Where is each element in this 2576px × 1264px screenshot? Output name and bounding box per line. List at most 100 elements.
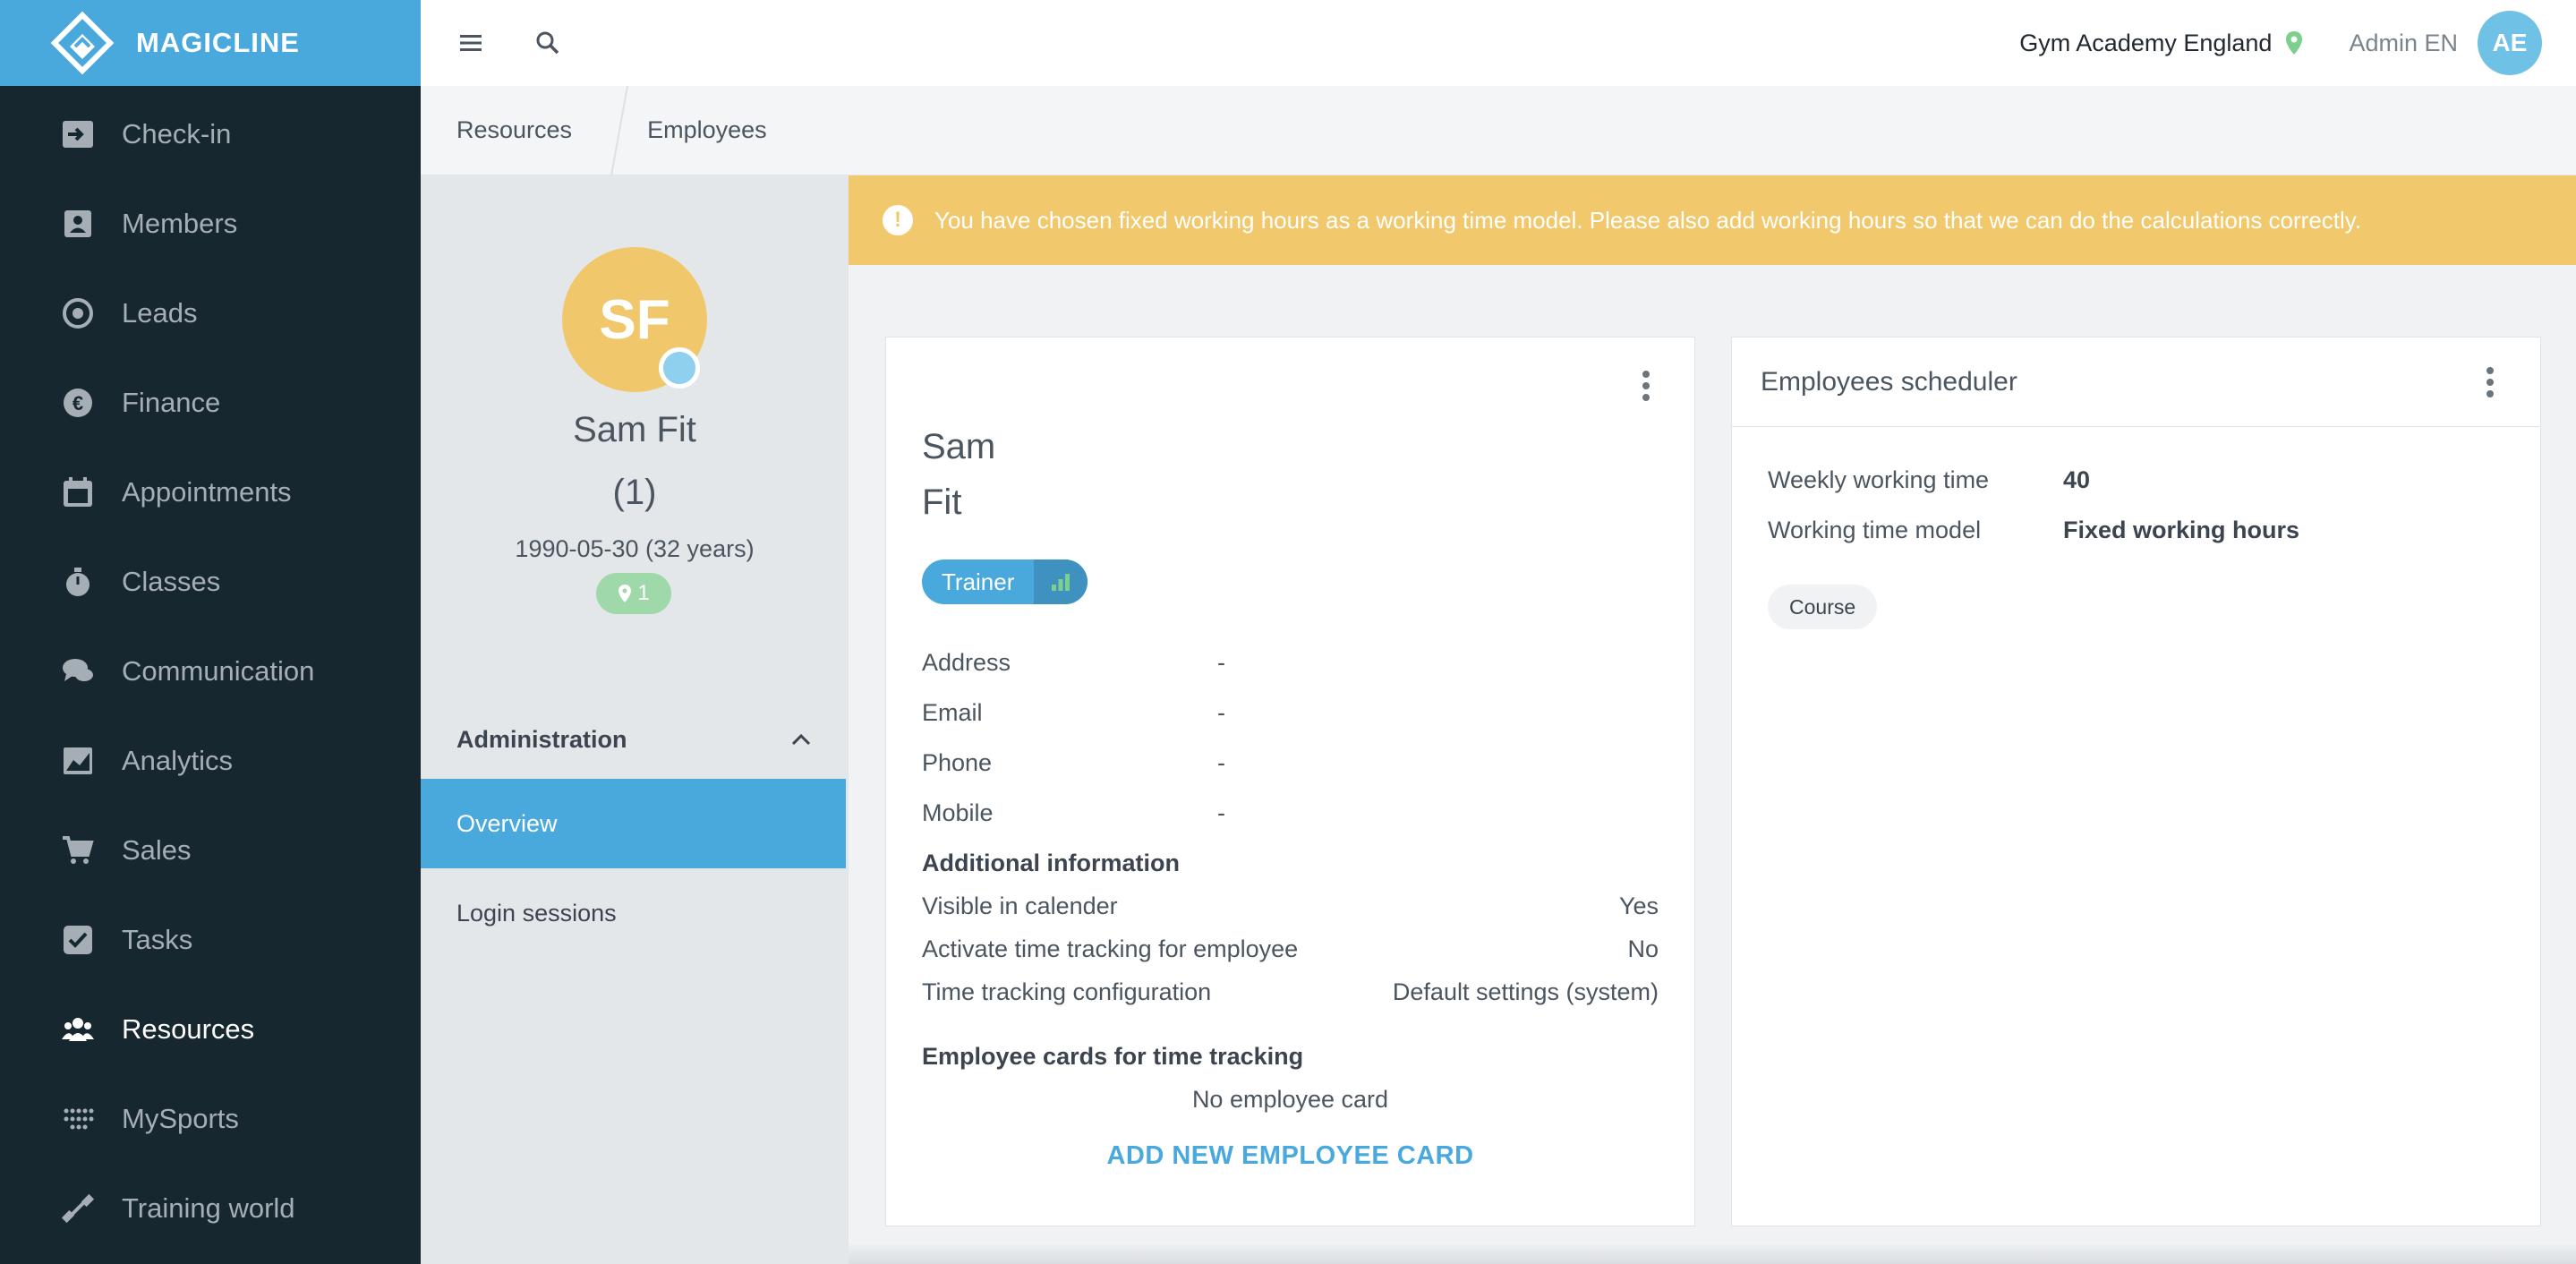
info-value: Default settings (system): [1392, 978, 1659, 1005]
location-pin-icon: [2286, 31, 2303, 55]
employee-birthdate: 1990-05-30 (32 years): [515, 535, 755, 562]
nav-item-mysports[interactable]: MySports: [0, 1074, 421, 1164]
nav-item-tasks[interactable]: Tasks: [0, 895, 421, 985]
finance-icon: €: [61, 386, 95, 420]
nav-item-analytics[interactable]: Analytics: [0, 716, 421, 806]
nav-item-finance[interactable]: € Finance: [0, 358, 421, 448]
nav-item-members[interactable]: Members: [0, 179, 421, 269]
no-employee-card-text: No employee card: [1191, 1086, 1389, 1113]
location-badge[interactable]: 1: [596, 573, 671, 614]
contact-label: Phone: [922, 749, 993, 776]
nav-item-leads[interactable]: Leads: [0, 269, 421, 358]
nav-label: Appointments: [122, 476, 292, 508]
location-count: 1: [637, 581, 650, 605]
nav-label: Classes: [122, 566, 221, 597]
contact-value: -: [1217, 749, 1225, 776]
checkbox-icon: [61, 923, 95, 957]
profile-panel: SF Sam Fit (1) 1990-05-30 (32 years) 1 A…: [421, 175, 849, 1264]
nav-item-sales[interactable]: Sales: [0, 806, 421, 895]
brand-name: MAGICLINE: [136, 27, 300, 58]
contact-row-email: Email -: [922, 699, 1659, 727]
scroll-shadow: [849, 1244, 2576, 1264]
chat-icon: [61, 654, 95, 688]
contact-row-phone: Phone -: [922, 749, 1659, 777]
scheduler-title: Employees scheduler: [1761, 366, 2017, 397]
nav-label: Check-in: [122, 118, 232, 149]
nav-label: Finance: [122, 387, 221, 418]
contact-row-address: Address -: [922, 649, 1659, 677]
topbar: Gym Academy England Admin EN AE: [421, 0, 2576, 86]
info-row-visible-calendar: Visible in calender Yes: [922, 892, 1659, 920]
info-row-tracking-config: Time tracking configuration Default sett…: [922, 978, 1659, 1006]
employee-last-name: Fit: [922, 483, 962, 522]
nav-label: Analytics: [122, 745, 234, 776]
scheduler-label: Working time model: [1768, 517, 1982, 543]
stopwatch-icon: [61, 565, 95, 599]
svg-text:€: €: [73, 392, 83, 414]
scheduler-header: Employees scheduler: [1732, 337, 2540, 427]
scheduler-label: Weekly working time: [1768, 466, 1990, 493]
breadcrumb-employees[interactable]: Employees: [638, 116, 767, 144]
chart-icon: [61, 744, 95, 778]
brand-header[interactable]: MAGICLINE: [0, 0, 421, 86]
employee-card: Sam Fit Trainer Address - Email - Phone …: [885, 337, 1695, 1226]
nav-label: Communication: [122, 655, 315, 687]
info-label: Visible in calender: [922, 892, 1118, 919]
add-employee-card-button[interactable]: ADD NEW EMPLOYEE CARD: [886, 1141, 1694, 1171]
info-row-time-tracking: Activate time tracking for employee No: [922, 935, 1659, 963]
administration-section-toggle[interactable]: Administration: [421, 704, 849, 775]
nav-label: Leads: [122, 297, 198, 329]
nav-label: Tasks: [122, 924, 193, 955]
main-nav: Check-in Members Leads € Finance Appoint…: [0, 90, 421, 1253]
contact-value: -: [1217, 699, 1225, 726]
employee-name: Sam Fit: [573, 410, 696, 449]
signal-bars-icon: [1034, 559, 1088, 604]
hamburger-menu-icon[interactable]: [453, 25, 489, 61]
location-pin-icon: [618, 585, 632, 602]
nav-item-classes[interactable]: Classes: [0, 537, 421, 627]
breadcrumb: Resources Employees: [421, 85, 2576, 175]
scheduler-value: 40: [2063, 466, 2091, 493]
search-icon[interactable]: [530, 25, 566, 61]
scheduler-row-weekly-time: Weekly working time 40: [1768, 466, 2090, 494]
breadcrumb-resources[interactable]: Resources: [421, 116, 572, 144]
role-label: Trainer: [942, 568, 1015, 595]
nav-item-check-in[interactable]: Check-in: [0, 90, 421, 179]
more-options-icon[interactable]: [2477, 364, 2503, 400]
employee-cards-heading: Employee cards for time tracking: [922, 1043, 1304, 1070]
info-value: Yes: [1618, 892, 1659, 919]
menu-login-sessions[interactable]: Login sessions: [421, 868, 846, 958]
nav-label: Members: [122, 208, 238, 239]
cart-icon: [61, 833, 95, 867]
role-badge[interactable]: Trainer: [922, 559, 1088, 604]
nav-item-appointments[interactable]: Appointments: [0, 448, 421, 537]
nav-item-communication[interactable]: Communication: [0, 627, 421, 716]
more-options-icon[interactable]: [1633, 368, 1659, 404]
calendar-icon: [61, 475, 95, 509]
nav-label: Resources: [122, 1013, 255, 1045]
info-value: No: [1627, 935, 1659, 962]
magicline-logo-icon: [50, 11, 115, 75]
scheduler-value: Fixed working hours: [2063, 517, 2300, 543]
admin-name[interactable]: Admin EN: [2349, 30, 2458, 57]
scheduler-row-time-model: Working time model Fixed working hours: [1768, 517, 2299, 544]
course-tag: Course: [1768, 585, 1878, 629]
contact-label: Address: [922, 649, 1011, 676]
employee-id: (1): [612, 473, 657, 512]
nav-item-resources[interactable]: Resources: [0, 985, 421, 1074]
studio-selector[interactable]: Gym Academy England: [2019, 30, 2272, 57]
user-avatar[interactable]: AE: [2478, 11, 2542, 75]
dumbbell-icon: [61, 1191, 95, 1226]
contact-label: Mobile: [922, 799, 994, 826]
contact-label: Email: [922, 699, 983, 726]
nav-item-training-world[interactable]: Training world: [0, 1164, 421, 1253]
members-icon: [61, 207, 95, 241]
nav-label: MySports: [122, 1103, 239, 1134]
contact-row-mobile: Mobile -: [922, 799, 1659, 827]
warning-text: You have chosen fixed working hours as a…: [934, 206, 2362, 234]
topbar-right: Gym Academy England Admin EN AE: [2019, 11, 2576, 75]
menu-overview[interactable]: Overview: [421, 779, 846, 868]
warning-banner: ! You have chosen fixed working hours as…: [849, 175, 2576, 265]
leads-icon: [61, 296, 95, 330]
check-in-icon: [61, 117, 95, 151]
